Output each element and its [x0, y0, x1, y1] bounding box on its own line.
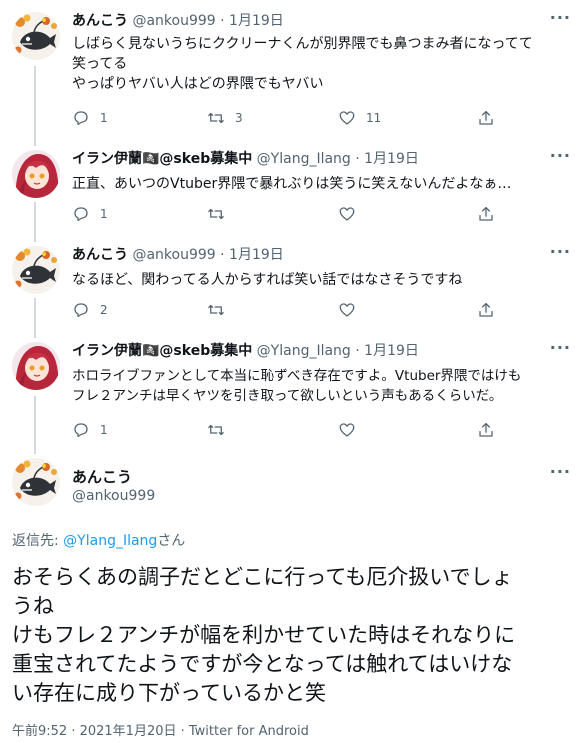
like-button[interactable] [338, 204, 356, 224]
reply-icon [72, 421, 90, 439]
thread-line [34, 202, 36, 242]
main-handle[interactable]: @ankou999 [72, 488, 155, 504]
tweet-actions: 1 [72, 204, 512, 224]
retweet-icon [207, 421, 225, 439]
tweet-text: しばらく見ないうちにククリーナくんが別界隈でも鼻つまみ者になってて 笑ってる や… [72, 36, 533, 92]
tweet-actions: 1 [72, 420, 512, 440]
share-icon [477, 421, 495, 439]
avatar[interactable] [12, 342, 60, 390]
tweet-text: ホロライブファンとして本当に恥ずべき存在ですよ。Vtuber界隈ではけも フレ２… [72, 368, 522, 404]
retweet-count: 3 [235, 111, 243, 125]
separator: · [220, 247, 225, 263]
tweet-header: あんこう @ankou999 · 1月19日 [72, 12, 284, 30]
handle[interactable]: @ankou999 [132, 247, 215, 263]
reply-suffix: さん [157, 533, 186, 549]
retweet-icon [207, 205, 225, 223]
tweet-header: あんこう @ankou999 · 1月19日 [72, 246, 284, 264]
share-icon [477, 205, 495, 223]
retweet-icon [207, 301, 225, 319]
heart-icon [338, 205, 356, 223]
separator: · [220, 13, 225, 29]
retweet-button[interactable] [207, 300, 225, 320]
share-icon [477, 109, 495, 127]
tweet-actions: 1 3 11 [72, 108, 512, 128]
share-button[interactable] [477, 108, 495, 128]
reply-to-line: 返信先: @Ylang_Ilangさん [12, 530, 185, 550]
reply-button[interactable]: 1 [72, 108, 108, 128]
reply-button[interactable]: 2 [72, 300, 108, 320]
reply-prefix: 返信先: [12, 533, 64, 549]
display-name[interactable]: あんこう [72, 13, 128, 29]
more-options-icon[interactable]: ··· [550, 146, 571, 165]
separator: · [355, 343, 360, 359]
avatar[interactable] [12, 12, 60, 60]
retweet-button[interactable] [207, 420, 225, 440]
more-options-icon[interactable]: ··· [550, 338, 571, 357]
reply-count: 1 [100, 423, 108, 437]
heart-icon [338, 421, 356, 439]
thread-line [34, 298, 36, 338]
retweet-button[interactable]: 3 [207, 108, 243, 128]
thread-line [34, 66, 36, 146]
retweet-icon [207, 109, 225, 127]
tweet-date[interactable]: 1月19日 [364, 151, 419, 167]
display-name[interactable]: あんこう [72, 247, 128, 263]
tweet-date[interactable]: 1月19日 [229, 13, 284, 29]
more-options-icon[interactable]: ··· [550, 462, 571, 481]
retweet-button[interactable] [207, 204, 225, 224]
separator: · [355, 151, 360, 167]
reply-button[interactable]: 1 [72, 420, 108, 440]
handle[interactable]: @ankou999 [132, 13, 215, 29]
like-count: 11 [366, 111, 382, 125]
reply-to-link[interactable]: @Ylang_Ilang [63, 533, 157, 549]
tweet-header: イラン伊蘭🏴‍☠️@skeb募集中 @Ylang_Ilang · 1月19日 [72, 342, 419, 360]
more-options-icon[interactable]: ··· [550, 8, 571, 27]
share-icon [477, 301, 495, 319]
share-button[interactable] [477, 420, 495, 440]
tweet-timestamp[interactable]: 午前9:52 · 2021年1月20日 · Twitter for Androi… [12, 720, 309, 739]
like-button[interactable] [338, 420, 356, 440]
tweet-actions: 2 [72, 300, 512, 320]
reply-count: 2 [100, 303, 108, 317]
display-name[interactable]: イラン伊蘭🏴‍☠️@skeb募集中 [72, 151, 252, 167]
tweet-date[interactable]: 1月19日 [364, 343, 419, 359]
reply-count: 1 [100, 207, 108, 221]
main-tweet-text: おそらくあの調子だとどこに行っても厄介扱いでしょ うね けもフレ２アンチが幅を利… [12, 565, 516, 705]
tweet-date[interactable]: 1月19日 [229, 247, 284, 263]
thread-line [34, 396, 36, 454]
handle[interactable]: @Ylang_Ilang [257, 343, 351, 359]
reply-icon [72, 301, 90, 319]
share-button[interactable] [477, 204, 495, 224]
reply-button[interactable]: 1 [72, 204, 108, 224]
tweet-text: なるほど、関わってる人からすれば笑い話ではなさそうですね [72, 272, 463, 288]
heart-icon [338, 109, 356, 127]
more-options-icon[interactable]: ··· [550, 242, 571, 261]
like-button[interactable] [338, 300, 356, 320]
handle[interactable]: @Ylang_Ilang [257, 151, 351, 167]
main-display-name[interactable]: あんこう [72, 466, 132, 487]
avatar[interactable] [12, 246, 60, 294]
reply-icon [72, 109, 90, 127]
avatar[interactable] [12, 150, 60, 198]
like-button[interactable]: 11 [338, 108, 381, 128]
reply-count: 1 [100, 111, 108, 125]
share-button[interactable] [477, 300, 495, 320]
reply-icon [72, 205, 90, 223]
display-name[interactable]: イラン伊蘭🏴‍☠️@skeb募集中 [72, 343, 252, 359]
main-avatar[interactable] [12, 458, 60, 506]
tweet-text: 正直、あいつのVtuber界隈で暴れぶりは笑うに笑えないんだよなぁ… [72, 176, 512, 192]
tweet-header: イラン伊蘭🏴‍☠️@skeb募集中 @Ylang_Ilang · 1月19日 [72, 150, 419, 168]
heart-icon [338, 301, 356, 319]
